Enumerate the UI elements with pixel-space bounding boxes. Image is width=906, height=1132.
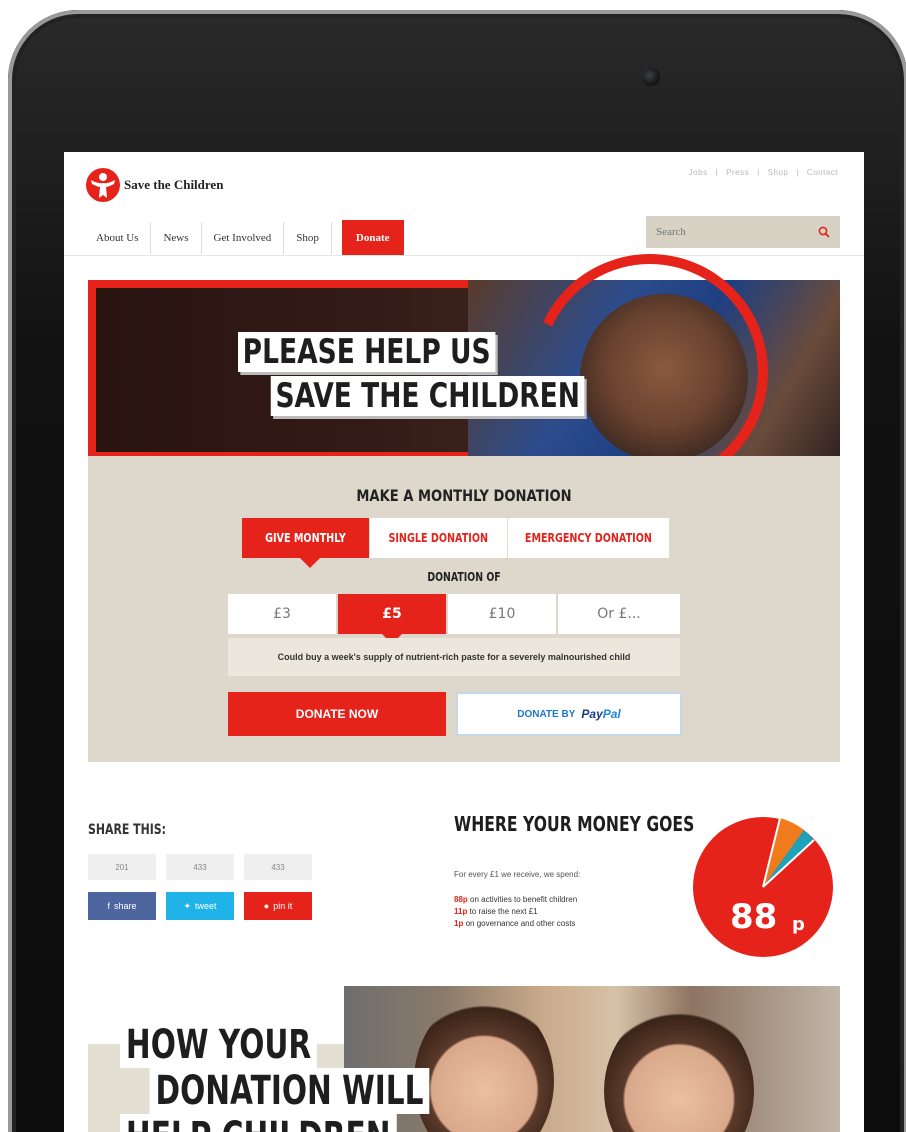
donate-by-paypal-button[interactable]: DONATE BY PayPal [456,692,682,736]
bottom-line-3: HELP CHILDREN [120,1114,397,1132]
search-input[interactable] [656,226,776,238]
nav-item-about-us[interactable]: About Us [84,222,152,254]
hero-line-1: PLEASE HELP US [238,332,496,372]
money-line: 11p to raise the next £1 [454,907,538,916]
facebook-icon: f [107,901,110,911]
share-counts: 201 433 433 [88,854,312,880]
money-breakdown: 88p on activities to benefit children 11… [454,894,577,930]
child-face [414,996,554,1132]
nav-item-shop[interactable]: Shop [284,222,332,254]
facebook-share-button[interactable]: f share [88,892,156,920]
tab-emergency-donation[interactable]: EMERGENCY DONATION [508,518,670,558]
nav-item-get-involved[interactable]: Get Involved [202,222,285,254]
donate-by-label: DONATE BY [517,708,576,720]
donation-panel: MAKE A MONTHLY DONATION GIVE MONTHLY SIN… [88,456,840,762]
logo[interactable]: Save the Children [86,168,223,202]
donation-title: MAKE A MONTHLY DONATION [356,486,572,505]
child-face [604,1006,754,1132]
share-title: SHARE THIS: [88,822,167,838]
share-count: 433 [244,854,312,880]
search-icon[interactable] [818,226,830,238]
amount-option-selected[interactable]: £5 [338,594,446,644]
pinterest-pin-button[interactable]: ● pin it [244,892,312,920]
donation-impact-note: Could buy a week's supply of nutrient-ri… [228,638,680,676]
tablet-screen: Save the Children Jobs | Press | Shop | Con… [64,152,864,1132]
paypal-logo-icon: PayPal [581,707,621,721]
camera-icon [642,68,660,86]
top-link[interactable]: Contact [807,168,838,177]
nav-donate-button[interactable]: Donate [341,220,404,256]
money-pie-chart: 88 p [693,817,833,957]
money-line: 1p on governance and other costs [454,919,576,928]
pie-big-unit: p [792,914,805,935]
tab-give-monthly[interactable]: GIVE MONTHLY [242,518,370,568]
top-link[interactable]: Shop [768,168,789,177]
top-link[interactable]: Jobs [689,168,708,177]
money-intro: For every £1 we receive, we spend: [454,870,581,879]
nav-divider [64,255,864,256]
share-count: 433 [166,854,234,880]
amount-option[interactable]: £3 [228,594,336,634]
main-nav: About Us News Get Involved Shop Donate [84,220,404,256]
amount-option[interactable]: £10 [448,594,556,634]
share-count: 201 [88,854,156,880]
pie-big-value: 88 [730,897,777,937]
tab-single-donation[interactable]: SINGLE DONATION [370,518,508,558]
twitter-tweet-button[interactable]: ✦ tweet [166,892,234,920]
amount-other-input[interactable]: Or £... [558,594,680,634]
donate-now-button[interactable]: DONATE NOW [228,692,446,736]
donation-tabs: GIVE MONTHLY SINGLE DONATION EMERGENCY D… [242,518,670,568]
top-link[interactable]: Press [726,168,749,177]
page: Save the Children Jobs | Press | Shop | Con… [0,0,906,1132]
top-links: Jobs | Press | Shop | Contact [688,168,838,177]
share-buttons: f share ✦ tweet ● pin it [88,892,312,920]
money-title: WHERE YOUR MONEY GOES [454,812,695,836]
pinterest-icon: ● [263,901,270,911]
save-the-children-logo-icon [86,168,120,202]
logo-text: Save the Children [124,177,224,192]
bottom-line-2: DONATION WILL [149,1068,430,1114]
hero-line-2: SAVE THE CHILDREN [270,376,585,416]
donation-of-label: DONATION OF [427,570,501,584]
bottom-line-1: HOW YOUR [120,1022,318,1068]
twitter-icon: ✦ [183,900,192,911]
hero-headline: PLEASE HELP US SAVE THE CHILDREN [238,332,585,416]
bottom-headline: HOW YOUR DONATION WILL HELP CHILDREN [120,1022,430,1132]
hero-banner: PLEASE HELP US SAVE THE CHILDREN [88,220,840,524]
amount-options: £3 £5 £10 Or £... [228,594,680,644]
search-box [646,216,840,248]
money-line: 88p on activities to benefit children [454,895,578,904]
nav-item-news[interactable]: News [151,222,202,254]
